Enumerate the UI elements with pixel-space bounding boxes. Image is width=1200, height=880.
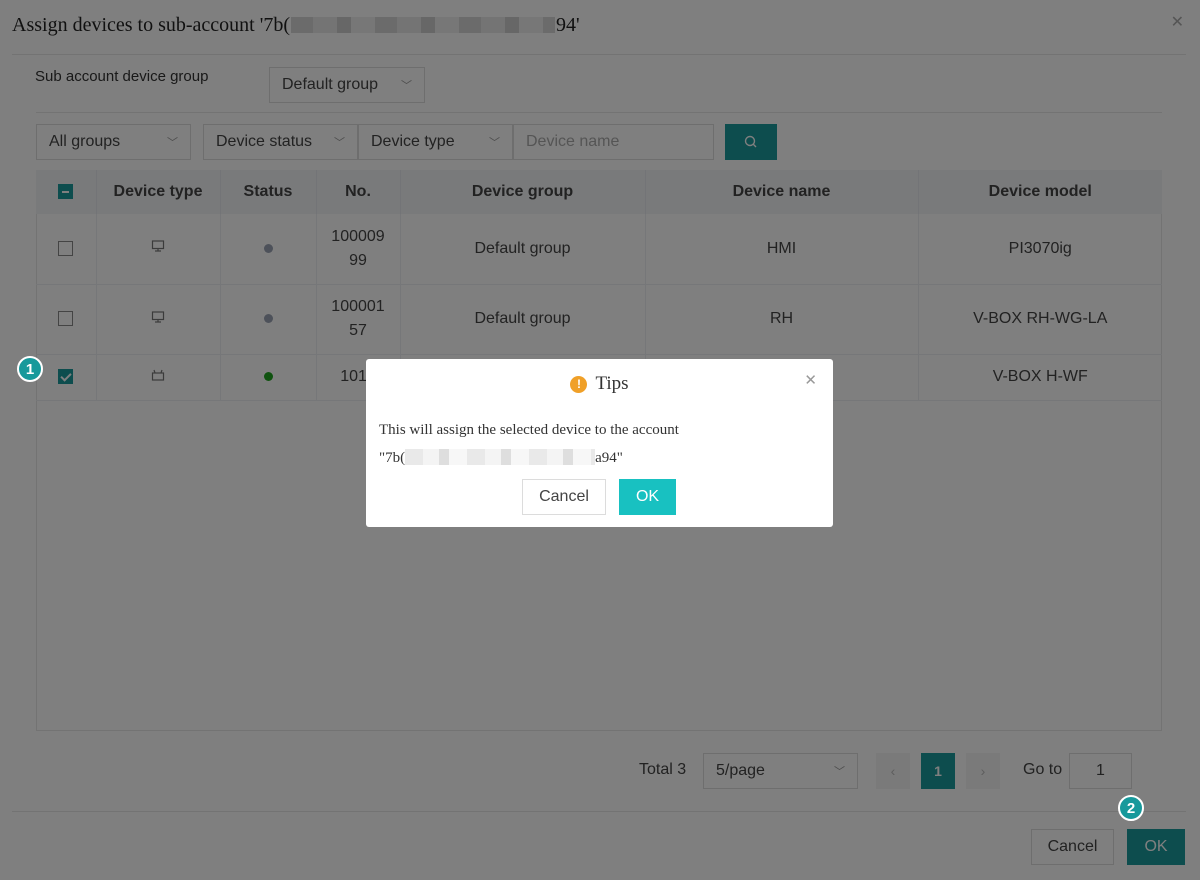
- tips-title-text: Tips: [595, 373, 629, 394]
- tips-account-suffix: a94": [595, 450, 623, 466]
- tips-cancel-button[interactable]: Cancel: [522, 479, 606, 515]
- tips-dialog: ! Tips ✕ This will assign the selected de…: [366, 359, 833, 527]
- redacted-account-name: [405, 449, 596, 465]
- tips-cancel-label: Cancel: [539, 488, 589, 505]
- close-icon[interactable]: ✕: [804, 371, 817, 389]
- tips-message-line1: This will assign the selected device to …: [379, 422, 679, 438]
- step-badge-2: 2: [1118, 795, 1144, 821]
- tips-message-line2: "7b( a94": [379, 444, 819, 472]
- tips-message: This will assign the selected device to …: [379, 416, 819, 472]
- tips-account-prefix: "7b(: [379, 450, 406, 466]
- tips-title: ! Tips: [366, 373, 833, 395]
- warning-icon: !: [570, 375, 588, 393]
- tips-ok-label: OK: [635, 488, 660, 505]
- tips-ok-button[interactable]: OK: [619, 479, 676, 515]
- step-badge-1: 1: [17, 356, 43, 382]
